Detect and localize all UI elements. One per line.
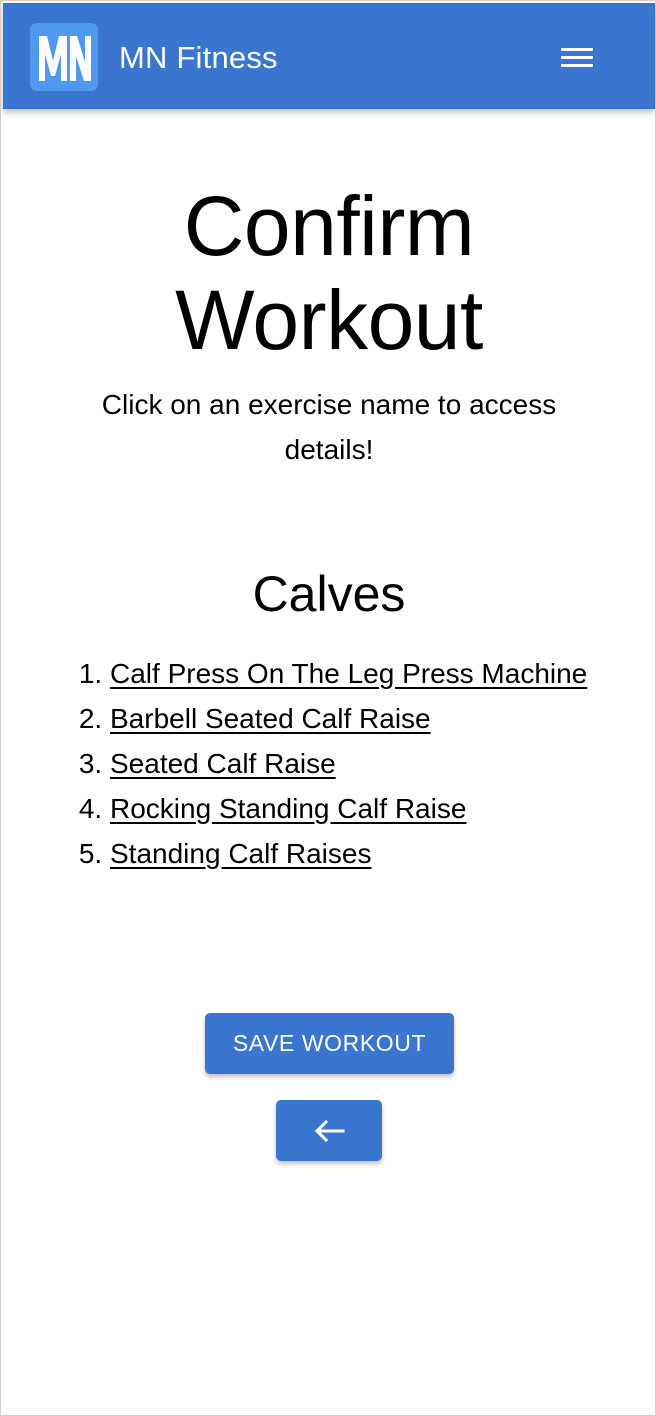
mn-logo-mark xyxy=(39,36,91,81)
exercise-link[interactable]: Standing Calf Raises xyxy=(110,838,371,869)
list-item: Calf Press On The Leg Press Machine xyxy=(110,651,590,696)
page-title-line-2: Workout xyxy=(175,273,483,367)
list-item: Rocking Standing Calf Raise xyxy=(110,786,590,831)
exercise-link[interactable]: Calf Press On The Leg Press Machine xyxy=(110,658,587,689)
menu-line xyxy=(561,64,593,67)
brand-name[interactable]: MN Fitness xyxy=(119,39,278,77)
page-title-line-1: Confirm xyxy=(183,179,475,273)
arrow-left-icon xyxy=(314,1119,345,1142)
exercise-link[interactable]: Barbell Seated Calf Raise xyxy=(110,703,431,734)
menu-line xyxy=(561,56,593,59)
list-item: Standing Calf Raises xyxy=(110,831,590,876)
list-item: Seated Calf Raise xyxy=(110,741,590,786)
instructions-text: Click on an exercise name to access deta… xyxy=(101,389,557,465)
page-frame: MN Fitness Confirm Workout Click on an ex… xyxy=(0,0,656,1416)
hamburger-menu-icon[interactable] xyxy=(553,36,601,80)
page-title: Confirm Workout xyxy=(61,179,597,367)
mn-logo[interactable] xyxy=(30,23,98,91)
exercise-link[interactable]: Rocking Standing Calf Raise xyxy=(110,793,466,824)
save-workout-button[interactable]: SAVE WORKOUT xyxy=(205,1013,454,1074)
back-button[interactable] xyxy=(276,1100,382,1161)
list-item: Barbell Seated Calf Raise xyxy=(110,696,590,741)
muscle-group-heading: Calves xyxy=(252,566,406,622)
exercise-list: Calf Press On The Leg Press Machine Barb… xyxy=(61,651,590,876)
menu-line xyxy=(561,48,593,51)
app-bar: MN Fitness xyxy=(3,3,655,109)
exercise-link[interactable]: Seated Calf Raise xyxy=(110,748,336,779)
